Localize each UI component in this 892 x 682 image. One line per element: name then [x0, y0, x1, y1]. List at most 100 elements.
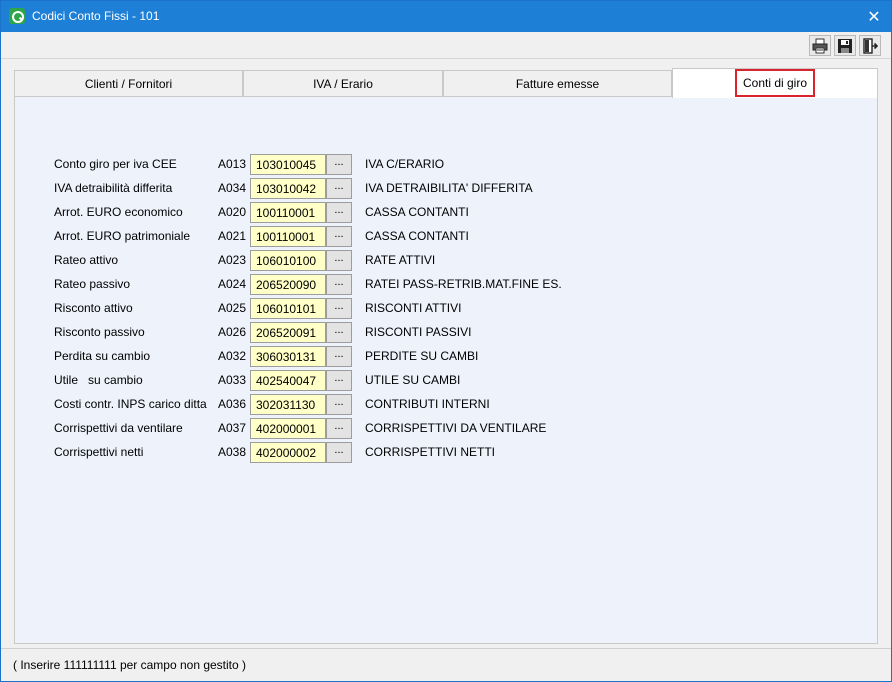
tab-label: Fatture emesse: [515, 77, 600, 91]
field-code: A023: [218, 253, 247, 267]
tab-clienti-fornitori[interactable]: Clienti / Fornitori: [14, 70, 243, 97]
account-input[interactable]: [250, 418, 326, 439]
account-description: RISCONTI ATTIVI: [365, 301, 462, 315]
tab-fatture-emesse[interactable]: Fatture emesse: [443, 70, 672, 97]
field-label: Rateo passivo: [54, 277, 131, 291]
account-input[interactable]: [250, 154, 326, 175]
row-utile-su-cambio: Utile su cambio A033 ... UTILE SU CAMBI: [15, 370, 875, 392]
field-label: Arrot. EURO economico: [54, 205, 183, 219]
field-label: Conto giro per iva CEE: [54, 157, 177, 171]
field-code: A037: [218, 421, 247, 435]
field-label: Risconto passivo: [54, 325, 145, 339]
field-label: Risconto attivo: [54, 301, 133, 315]
account-input[interactable]: [250, 346, 326, 367]
field-code: A013: [218, 157, 247, 171]
status-text: ( Inserire 111111111 per campo non gesti…: [13, 658, 247, 672]
field-code: A021: [218, 229, 247, 243]
field-label: Rateo attivo: [54, 253, 119, 267]
field-code: A026: [218, 325, 247, 339]
row-rateo-passivo: Rateo passivo A024 ... RATEI PASS-RETRIB…: [15, 274, 875, 296]
account-input[interactable]: [250, 274, 326, 295]
account-description: CONTRIBUTI INTERNI: [365, 397, 490, 411]
lookup-button[interactable]: ...: [326, 298, 352, 319]
tab-label-active: Conti di giro: [734, 69, 816, 97]
field-code: A024: [218, 277, 247, 291]
row-perdita-su-cambio: Perdita su cambio A032 ... PERDITE SU CA…: [15, 346, 875, 368]
account-input[interactable]: [250, 226, 326, 247]
lookup-button[interactable]: ...: [326, 178, 352, 199]
row-costi-contr-inps: Costi contr. INPS carico ditta A036 ... …: [15, 394, 875, 416]
row-conto-giro-iva-cee: Conto giro per iva CEE A013 ... IVA C/ER…: [15, 154, 875, 176]
lookup-button[interactable]: ...: [326, 442, 352, 463]
save-button[interactable]: [834, 35, 856, 56]
lookup-button[interactable]: ...: [326, 394, 352, 415]
status-bar: ( Inserire 111111111 per campo non gesti…: [1, 648, 891, 681]
lookup-button[interactable]: ...: [326, 202, 352, 223]
account-description: RATE ATTIVI: [365, 253, 436, 267]
field-label: IVA detraibilità differita: [54, 181, 173, 195]
field-code: A032: [218, 349, 247, 363]
print-button[interactable]: [809, 35, 831, 56]
field-label: Utile su cambio: [54, 373, 143, 387]
field-code: A033: [218, 373, 247, 387]
app-search-icon: [9, 8, 25, 24]
tab-conti-di-giro[interactable]: Conti di giro: [672, 68, 878, 98]
account-description: CORRISPETTIVI DA VENTILARE: [365, 421, 547, 435]
field-label: Corrispettivi netti: [54, 445, 144, 459]
account-input[interactable]: [250, 250, 326, 271]
row-risconto-passivo: Risconto passivo A026 ... RISCONTI PASSI…: [15, 322, 875, 344]
lookup-button[interactable]: ...: [326, 250, 352, 271]
row-corrispettivi-netti: Corrispettivi netti A038 ... CORRISPETTI…: [15, 442, 875, 464]
lookup-button[interactable]: ...: [326, 370, 352, 391]
row-rateo-attivo: Rateo attivo A023 ... RATE ATTIVI: [15, 250, 875, 272]
account-description: RATEI PASS-RETRIB.MAT.FINE ES.: [365, 277, 562, 291]
floppy-disk-icon: [838, 38, 852, 53]
row-corrispettivi-da-ventilare: Corrispettivi da ventilare A037 ... CORR…: [15, 418, 875, 440]
field-label: Costi contr. INPS carico ditta: [54, 397, 207, 411]
row-arrot-euro-patrimoniale: Arrot. EURO patrimoniale A021 ... CASSA …: [15, 226, 875, 248]
field-code: A034: [218, 181, 247, 195]
exit-door-icon: [863, 37, 878, 54]
lookup-button[interactable]: ...: [326, 274, 352, 295]
lookup-button[interactable]: ...: [326, 346, 352, 367]
field-code: A020: [218, 205, 247, 219]
tab-label: Clienti / Fornitori: [84, 77, 173, 91]
account-input[interactable]: [250, 394, 326, 415]
lookup-button[interactable]: ...: [326, 226, 352, 247]
close-button[interactable]: ✕: [857, 1, 891, 32]
tab-iva-erario[interactable]: IVA / Erario: [243, 70, 443, 97]
field-label: Corrispettivi da ventilare: [54, 421, 183, 435]
row-iva-detraibilita-differita: IVA detraibilità differita A034 ... IVA …: [15, 178, 875, 200]
account-description: CASSA CONTANTI: [365, 205, 469, 219]
account-description: PERDITE SU CAMBI: [365, 349, 479, 363]
toolbar: [1, 32, 891, 59]
field-code: A036: [218, 397, 247, 411]
account-input[interactable]: [250, 322, 326, 343]
account-description: IVA DETRAIBILITA' DIFFERITA: [365, 181, 533, 195]
field-label: Perdita su cambio: [54, 349, 151, 363]
account-input[interactable]: [250, 298, 326, 319]
row-arrot-euro-economico: Arrot. EURO economico A020 ... CASSA CON…: [15, 202, 875, 224]
exit-button[interactable]: [859, 35, 881, 56]
window-title: Codici Conto Fissi - 101: [32, 9, 160, 23]
printer-icon: [812, 38, 828, 53]
account-description: IVA C/ERARIO: [365, 157, 445, 171]
account-input[interactable]: [250, 202, 326, 223]
tab-label: IVA / Erario: [313, 77, 373, 91]
main-window: Codici Conto Fissi - 101 ✕ Clienti / For…: [0, 0, 892, 682]
account-input[interactable]: [250, 370, 326, 391]
field-code: A025: [218, 301, 247, 315]
lookup-button[interactable]: ...: [326, 322, 352, 343]
tab-control: Clienti / Fornitori IVA / Erario Fatture…: [14, 68, 878, 646]
row-risconto-attivo: Risconto attivo A025 ... RISCONTI ATTIVI: [15, 298, 875, 320]
account-input[interactable]: [250, 178, 326, 199]
field-label: Arrot. EURO patrimoniale: [54, 229, 191, 243]
title-bar[interactable]: Codici Conto Fissi - 101 ✕: [1, 1, 891, 32]
lookup-button[interactable]: ...: [326, 154, 352, 175]
account-description: UTILE SU CAMBI: [365, 373, 461, 387]
account-input[interactable]: [250, 442, 326, 463]
account-description: RISCONTI PASSIVI: [365, 325, 472, 339]
account-description: CASSA CONTANTI: [365, 229, 469, 243]
lookup-button[interactable]: ...: [326, 418, 352, 439]
field-code: A038: [218, 445, 247, 459]
